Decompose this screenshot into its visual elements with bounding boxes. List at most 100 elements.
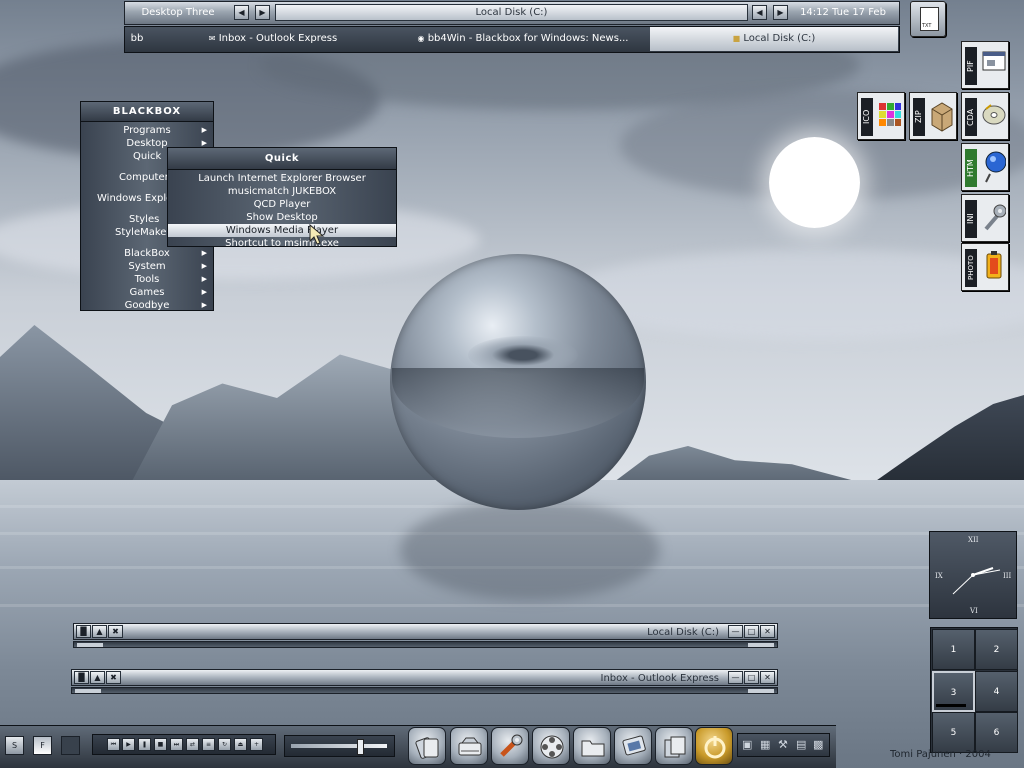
task-outlook-express[interactable]: ✉ Inbox - Outlook Express — [150, 27, 396, 51]
quick-item-msimn-shortcut[interactable]: Shortcut to msimn.exe — [168, 237, 396, 250]
bb-button[interactable]: bb — [126, 27, 148, 51]
blank-button[interactable] — [61, 736, 80, 755]
workspace-next-button[interactable]: ▶ — [255, 5, 270, 20]
window-hourglass-icon[interactable]: ✖ — [108, 625, 123, 638]
maximize-button[interactable]: □ — [744, 671, 759, 684]
close-button[interactable]: ✕ — [760, 671, 775, 684]
photo-file-icon[interactable]: PHOTO — [961, 243, 1009, 291]
app-launcher-mail[interactable] — [408, 727, 446, 765]
media-play-icon[interactable]: ▶ — [122, 738, 135, 751]
window-outlook-express-body — [71, 687, 778, 694]
package-box-icon — [931, 102, 953, 132]
minimize-button[interactable]: — — [728, 671, 743, 684]
quick-item-internet-explorer[interactable]: Launch Internet Explorer Browser — [168, 172, 396, 185]
tray-monitor-icon[interactable]: ▣ — [742, 738, 752, 751]
media-add-icon[interactable]: + — [250, 738, 263, 751]
app-launcher-power[interactable] — [695, 727, 733, 765]
zip-file-icon[interactable]: ZIP — [909, 92, 957, 140]
media-shuffle-icon[interactable]: ⇄ — [186, 738, 199, 751]
app-launcher-drive[interactable] — [450, 727, 488, 765]
media-stop-icon[interactable]: ■ — [154, 738, 167, 751]
s-button[interactable]: S — [5, 736, 24, 755]
task-local-disk[interactable]: ■ Local Disk (C:) — [650, 27, 898, 51]
resize-grip-left[interactable] — [75, 689, 101, 693]
media-next-icon[interactable]: ⏭ — [170, 738, 183, 751]
media-playlist-icon[interactable]: ≡ — [202, 738, 215, 751]
volume-track — [291, 744, 387, 748]
close-button[interactable]: ✕ — [760, 625, 775, 638]
quick-item-windows-media-player[interactable]: Windows Media Player — [168, 224, 396, 237]
ico-file-icon[interactable]: ICO — [857, 92, 905, 140]
cda-file-icon[interactable]: CDA — [961, 92, 1009, 140]
submenu-arrow-icon: ▶ — [201, 301, 207, 309]
window-local-disk-titlebar[interactable]: █ ▲ ✖ Local Disk (C:) — □ ✕ — [73, 623, 778, 640]
pif-file-icon[interactable]: PIF — [961, 41, 1009, 89]
txt-tag: TXT — [922, 23, 932, 29]
folder-icon — [581, 740, 605, 757]
window-shade-icon[interactable]: ▲ — [92, 625, 107, 638]
menu-item-tools[interactable]: Tools ▶ — [81, 273, 213, 286]
media-repeat-icon[interactable]: ↻ — [218, 738, 231, 751]
color-grid-icon — [879, 103, 901, 126]
window-next-button[interactable]: ▶ — [773, 5, 788, 20]
window-pin-icon[interactable]: █ — [74, 671, 89, 684]
hard-drive-icon — [458, 737, 482, 756]
tray-network-icon[interactable]: ▤ — [796, 738, 806, 751]
resize-grip-right[interactable] — [748, 643, 774, 647]
pager-desktop-1[interactable]: 1 — [932, 629, 975, 670]
media-eject-icon[interactable]: ⏏ — [234, 738, 247, 751]
tray-chart-icon[interactable]: ▦ — [760, 738, 770, 751]
pager-desktop-6[interactable]: 6 — [975, 712, 1018, 753]
txt-file-icon[interactable]: TXT — [910, 1, 946, 37]
window-pin-icon[interactable]: █ — [76, 625, 91, 638]
window-program-icon — [982, 51, 1006, 71]
workspace-label[interactable]: Desktop Three — [128, 5, 228, 21]
submenu-arrow-icon: ▶ — [201, 275, 207, 283]
workspace-prev-button[interactable]: ◀ — [234, 5, 249, 20]
minimize-button[interactable]: — — [728, 625, 743, 638]
app-launcher-tools[interactable] — [491, 727, 529, 765]
app-launcher-folder[interactable] — [573, 727, 611, 765]
app-launcher-monitor[interactable] — [614, 727, 652, 765]
pager-window-marker — [936, 704, 966, 707]
resize-grip-left[interactable] — [77, 643, 103, 647]
maximize-button[interactable]: □ — [744, 625, 759, 638]
window-prev-button[interactable]: ◀ — [752, 5, 767, 20]
app-launcher-media[interactable] — [532, 727, 570, 765]
browser-icon: ◉ — [417, 34, 425, 43]
window-hourglass-icon[interactable]: ✖ — [106, 671, 121, 684]
f-button[interactable]: F — [33, 736, 52, 755]
resize-grip-right[interactable] — [748, 689, 774, 693]
pager-desktop-5[interactable]: 5 — [932, 712, 975, 753]
menu-item-games[interactable]: Games ▶ — [81, 286, 213, 299]
quick-item-qcd-player[interactable]: QCD Player — [168, 198, 396, 211]
volume-thumb[interactable] — [357, 739, 364, 755]
menu-item-goodbye[interactable]: Goodbye ▶ — [81, 299, 213, 312]
ini-file-icon[interactable]: INI — [961, 194, 1009, 242]
app-launcher-documents[interactable] — [655, 727, 693, 765]
tray-display-icon[interactable]: ▩ — [813, 738, 823, 751]
htm-file-icon[interactable]: HTM — [961, 143, 1009, 191]
volume-slider[interactable] — [284, 735, 395, 757]
quick-item-musicmatch[interactable]: musicmatch JUKEBOX — [168, 185, 396, 198]
analog-clock[interactable]: XII III VI IX — [929, 531, 1017, 619]
media-prev-icon[interactable]: ⏮ — [107, 738, 120, 751]
pager-desktop-2[interactable]: 2 — [975, 629, 1018, 670]
window-outlook-express-titlebar[interactable]: █ ▲ ✖ Inbox - Outlook Express — □ ✕ — [71, 669, 778, 686]
submenu-arrow-icon: ▶ — [201, 288, 207, 296]
zip-tag: ZIP — [913, 98, 925, 136]
window-shade-icon[interactable]: ▲ — [90, 671, 105, 684]
menu-item-system[interactable]: System ▶ — [81, 260, 213, 273]
ico-tag: ICO — [861, 98, 873, 136]
tray-tools-icon[interactable]: ⚒ — [778, 738, 788, 751]
toolbar-window-label[interactable]: Local Disk (C:) — [275, 4, 748, 21]
submenu-arrow-icon: ▶ — [201, 262, 207, 270]
quick-item-show-desktop[interactable]: Show Desktop — [168, 211, 396, 224]
toolbar-clock[interactable]: 14:12 Tue 17 Feb — [790, 4, 896, 21]
menu-item-programs[interactable]: Programs ▶ — [81, 124, 213, 137]
wrench-icon — [984, 204, 1006, 231]
media-pause-icon[interactable]: ❚ — [138, 738, 151, 751]
task-bb4win-news[interactable]: ◉ bb4Win - Blackbox for Windows: News... — [400, 27, 646, 51]
monitor-icon — [622, 735, 646, 756]
pager-desktop-4[interactable]: 4 — [975, 671, 1018, 712]
